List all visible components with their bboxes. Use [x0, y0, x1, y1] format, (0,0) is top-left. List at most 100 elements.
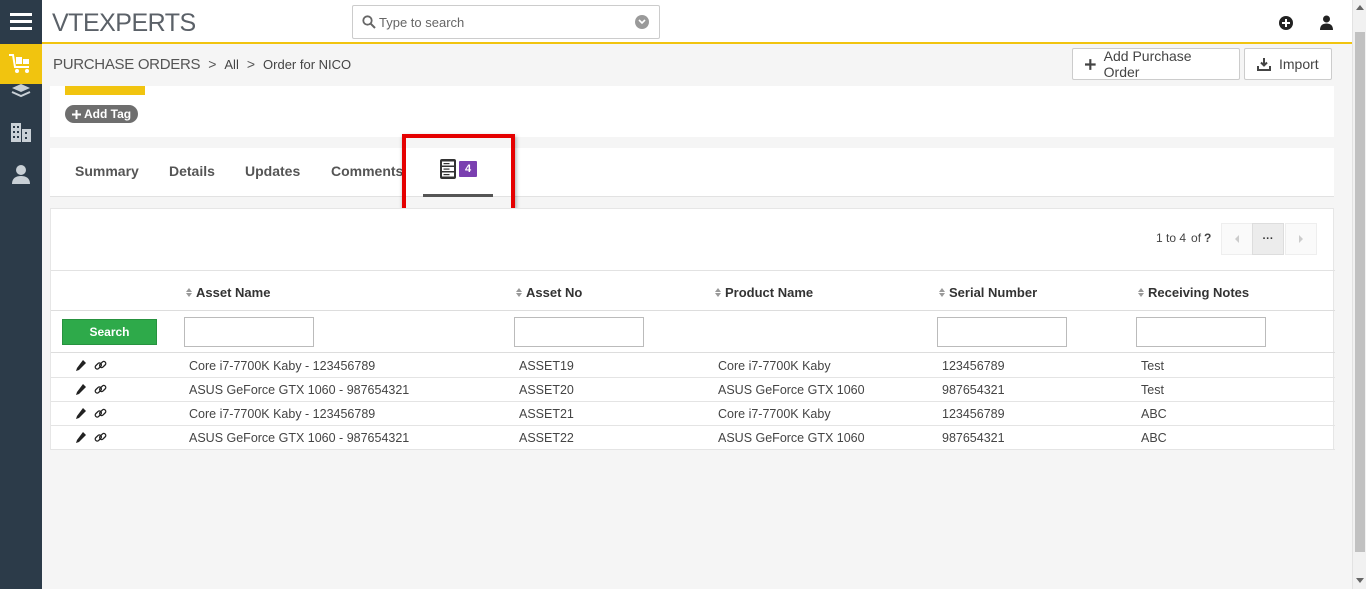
- logo: VTEXPERTS: [52, 9, 196, 37]
- column-header-label: Serial Number: [949, 285, 1038, 300]
- product-name-cell: Core i7-7700K Kaby: [718, 407, 831, 421]
- user-icon: [12, 165, 30, 184]
- sort-icon: [1138, 288, 1144, 297]
- page-range: 1 to 4: [1156, 231, 1187, 245]
- receiving-notes-cell: ABC: [1141, 407, 1167, 421]
- sort-icon: [186, 288, 192, 297]
- add-purchase-order-label: Add Purchase Order: [1103, 48, 1192, 80]
- scroll-up-icon[interactable]: [1356, 5, 1364, 10]
- building-icon: [11, 123, 31, 142]
- receiving-notes-cell: Test: [1141, 383, 1164, 397]
- add-tag-button[interactable]: Add Tag: [65, 105, 139, 123]
- asset-name-cell[interactable]: ASUS GeForce GTX 1060 - 987654321: [189, 383, 409, 397]
- product-name-cell: ASUS GeForce GTX 1060: [718, 431, 865, 445]
- column-header-receiving-notes[interactable]: Receiving Notes: [1138, 285, 1249, 300]
- global-search[interactable]: [352, 5, 660, 39]
- receiving-notes-cell: Test: [1141, 359, 1164, 373]
- previous-page-button[interactable]: [1221, 223, 1253, 255]
- table-row[interactable]: Core i7-7700K Kaby - 123456789 ASSET19 C…: [51, 354, 1335, 378]
- pagination-info: 1 to 4 of ?: [1156, 231, 1211, 245]
- table-row[interactable]: ASUS GeForce GTX 1060 - 987654321 ASSET2…: [51, 426, 1335, 450]
- sort-icon: [939, 288, 945, 297]
- tag-panel: Add Tag: [50, 86, 1334, 137]
- chevron-right-icon: [1299, 235, 1303, 243]
- link-icon[interactable]: [94, 407, 107, 420]
- search-input[interactable]: [379, 13, 629, 31]
- accent-bar: [65, 86, 145, 95]
- asset-no-cell: ASSET21: [519, 407, 574, 421]
- breadcrumb-separator: >: [246, 56, 256, 72]
- asset-name-cell[interactable]: ASUS GeForce GTX 1060 - 987654321: [189, 431, 409, 445]
- table-header: Asset Name Asset No Product Name Serial …: [51, 270, 1335, 311]
- receiving-notes-cell: ABC: [1141, 431, 1167, 445]
- plus-icon: [72, 109, 81, 119]
- breadcrumb-separator: >: [208, 56, 217, 72]
- next-page-button[interactable]: [1285, 223, 1317, 255]
- page-total[interactable]: ?: [1204, 231, 1211, 245]
- asset-no-filter[interactable]: [514, 317, 644, 347]
- chevron-down-icon[interactable]: [635, 15, 649, 29]
- layers-icon: [11, 84, 31, 98]
- table-row[interactable]: ASUS GeForce GTX 1060 - 987654321 ASSET2…: [51, 378, 1335, 402]
- pencil-icon[interactable]: [75, 384, 86, 395]
- record-tabs: Summary Details Updates Comments 4: [50, 148, 1334, 197]
- breadcrumb-filter[interactable]: All: [224, 57, 238, 72]
- tab-comments[interactable]: Comments: [331, 163, 403, 179]
- pencil-icon[interactable]: [75, 432, 86, 443]
- product-name-cell: Core i7-7700K Kaby: [718, 359, 831, 373]
- chevron-left-icon: [1235, 235, 1239, 243]
- tab-details[interactable]: Details: [169, 163, 215, 179]
- search-icon: [362, 15, 376, 32]
- breadcrumb-module[interactable]: PURCHASE ORDERS: [53, 56, 201, 73]
- link-icon[interactable]: [94, 359, 107, 372]
- scroll-thumb[interactable]: [1355, 32, 1365, 552]
- column-header-serial-number[interactable]: Serial Number: [939, 285, 1037, 300]
- top-bar: VTEXPERTS: [42, 0, 1352, 44]
- filter-row: Search: [51, 312, 1335, 353]
- serial-number-cell: 123456789: [942, 407, 1005, 421]
- serial-number-filter[interactable]: [937, 317, 1067, 347]
- column-header-label: Receiving Notes: [1148, 285, 1250, 300]
- asset-name-cell[interactable]: Core i7-7700K Kaby - 123456789: [189, 407, 375, 421]
- add-tag-label: Add Tag: [84, 107, 132, 121]
- column-header-asset-name[interactable]: Asset Name: [186, 285, 270, 300]
- sort-icon: [715, 288, 721, 297]
- column-header-label: Product Name: [725, 285, 814, 300]
- column-header-product-name[interactable]: Product Name: [715, 285, 813, 300]
- menu-icon[interactable]: [0, 2, 42, 42]
- assets-list-panel: 1 to 4 of ? ··· Asset Name Asset No Prod…: [50, 208, 1335, 450]
- sidebar-item-organizations[interactable]: [0, 112, 42, 152]
- sidebar-item-contacts[interactable]: [0, 154, 42, 194]
- serial-number-cell: 123456789: [942, 359, 1005, 373]
- scrollbar[interactable]: [1352, 0, 1366, 589]
- scroll-down-icon[interactable]: [1356, 578, 1364, 583]
- breadcrumb: PURCHASE ORDERS > All > Order for NICO: [53, 54, 351, 74]
- pencil-icon[interactable]: [75, 408, 86, 419]
- asset-name-filter[interactable]: [184, 317, 314, 347]
- sidebar-item-layers[interactable]: [0, 72, 42, 108]
- product-name-cell: ASUS GeForce GTX 1060: [718, 383, 865, 397]
- page-jump-button[interactable]: ···: [1252, 223, 1284, 255]
- quick-create-icon[interactable]: [1279, 16, 1293, 30]
- serial-number-cell: 987654321: [942, 383, 1005, 397]
- add-purchase-order-button[interactable]: Add Purchase Order: [1072, 48, 1240, 80]
- link-icon[interactable]: [94, 383, 107, 396]
- pencil-icon[interactable]: [75, 360, 86, 371]
- search-button[interactable]: Search: [62, 319, 157, 345]
- asset-no-cell: ASSET20: [519, 383, 574, 397]
- plus-icon: [1085, 58, 1096, 70]
- download-icon: [1257, 57, 1271, 71]
- receiving-notes-filter[interactable]: [1136, 317, 1266, 347]
- asset-no-cell: ASSET19: [519, 359, 574, 373]
- link-icon[interactable]: [94, 431, 107, 444]
- column-header-label: Asset Name: [196, 285, 271, 300]
- asset-no-cell: ASSET22: [519, 431, 574, 445]
- column-header-asset-no[interactable]: Asset No: [516, 285, 582, 300]
- asset-name-cell[interactable]: Core i7-7700K Kaby - 123456789: [189, 359, 375, 373]
- user-menu-icon[interactable]: [1320, 15, 1333, 33]
- sort-icon: [516, 288, 522, 297]
- import-button[interactable]: Import: [1244, 48, 1332, 80]
- table-row[interactable]: Core i7-7700K Kaby - 123456789 ASSET21 C…: [51, 402, 1335, 426]
- tab-updates[interactable]: Updates: [245, 163, 300, 179]
- tab-summary[interactable]: Summary: [75, 163, 139, 179]
